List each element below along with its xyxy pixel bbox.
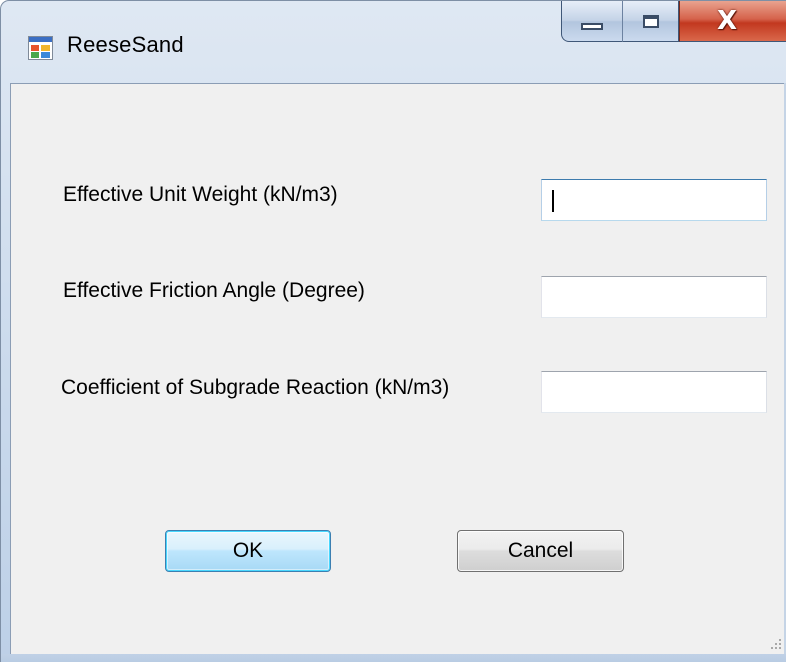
window-title: ReeseSand	[67, 32, 184, 57]
minimize-button[interactable]	[561, 1, 623, 42]
minimize-icon	[581, 22, 603, 30]
window-bottom-border	[1, 654, 786, 662]
unit-weight-input[interactable]	[541, 179, 767, 221]
ok-button[interactable]: OK	[165, 530, 331, 572]
resize-grip[interactable]	[767, 635, 781, 649]
maximize-button[interactable]	[623, 1, 679, 42]
windows-form-icon[interactable]	[28, 36, 53, 60]
dialog-client-area: Effective Unit Weight (kN/m3) Effective …	[10, 83, 786, 655]
reesesand-dialog-window: ReeseSand X Effective Unit Weight (kN/m3…	[0, 0, 786, 662]
maximize-icon	[642, 14, 659, 28]
close-button[interactable]: X	[679, 1, 786, 42]
friction-angle-input[interactable]	[541, 276, 767, 318]
close-icon: X	[716, 6, 738, 36]
caption-buttons: X	[561, 1, 786, 43]
friction-angle-label: Effective Friction Angle (Degree)	[63, 279, 365, 302]
cancel-button[interactable]: Cancel	[457, 530, 624, 572]
title-bar[interactable]: ReeseSand X	[1, 1, 786, 81]
screen: ReeseSand X Effective Unit Weight (kN/m3…	[0, 0, 786, 662]
unit-weight-label: Effective Unit Weight (kN/m3)	[63, 183, 338, 206]
subgrade-reaction-label: Coefficient of Subgrade Reaction (kN/m3)	[61, 376, 450, 399]
subgrade-reaction-input[interactable]	[541, 371, 767, 413]
text-caret	[552, 190, 554, 212]
